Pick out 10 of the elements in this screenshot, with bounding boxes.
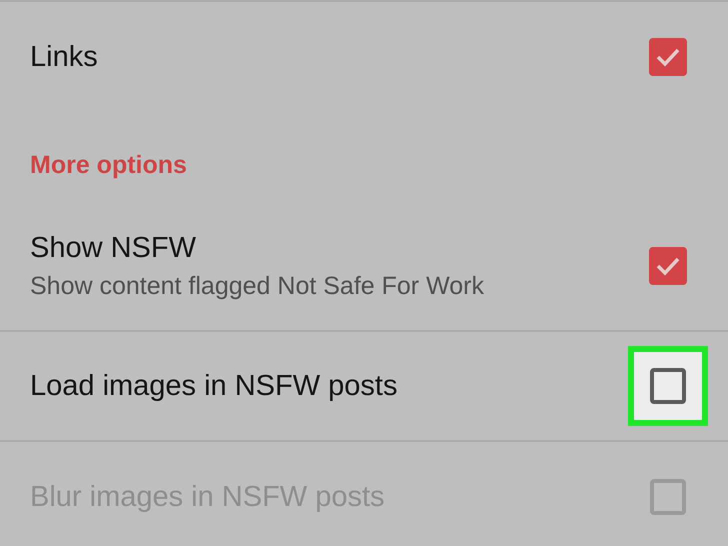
check-icon [655, 256, 681, 276]
section-header: More options [30, 150, 187, 181]
setting-summary: Show content flagged Not Safe For Work [30, 271, 484, 302]
setting-title: Load images in NSFW posts [30, 368, 398, 404]
setting-title: Links [30, 40, 98, 74]
checkbox[interactable] [649, 38, 687, 76]
setting-title: Show NSFW [30, 230, 197, 266]
check-icon [655, 47, 681, 67]
checkbox[interactable] [649, 247, 687, 285]
checkbox[interactable] [650, 368, 686, 404]
